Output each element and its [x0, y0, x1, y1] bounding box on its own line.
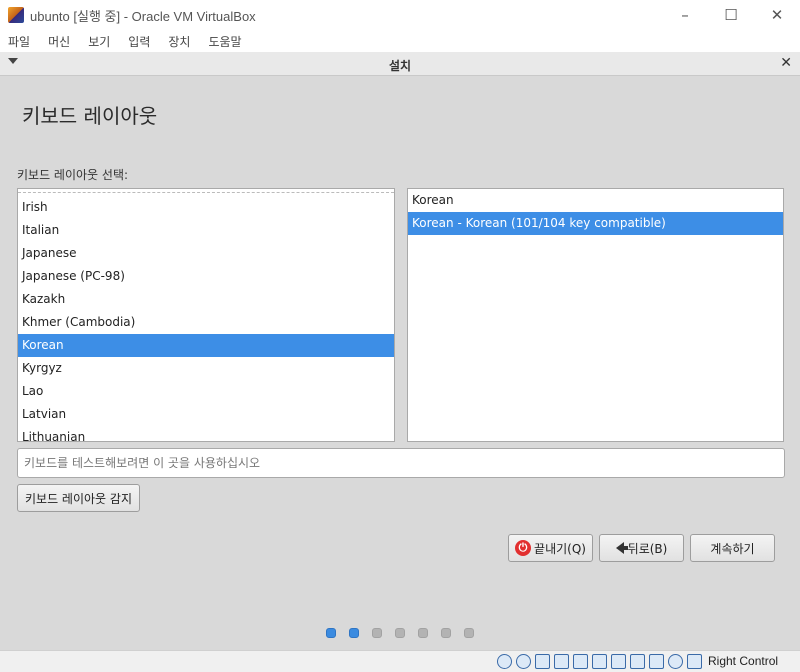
progress-dot [395, 628, 405, 638]
virtualization-icon[interactable] [668, 654, 683, 669]
video-capture-icon[interactable] [630, 654, 645, 669]
usb-icon[interactable] [573, 654, 588, 669]
continue-button[interactable]: 계속하기 [690, 534, 775, 562]
audio-icon[interactable] [535, 654, 550, 669]
layout-item[interactable]: Italian [18, 219, 394, 242]
layout-item-selected[interactable]: Korean [18, 334, 394, 357]
display-icon[interactable] [611, 654, 626, 669]
quit-button[interactable]: ⏻ 끝내기(Q) [508, 534, 593, 562]
progress-dot [349, 628, 359, 638]
progress-dot [418, 628, 428, 638]
progress-dot [372, 628, 382, 638]
recording-icon[interactable] [649, 654, 664, 669]
back-label: 뒤로(B) [627, 541, 668, 556]
window-titlebar: ubunto [실행 중] - Oracle VM VirtualBox – ☐… [0, 0, 800, 30]
back-arrow-icon [615, 542, 628, 554]
page-title: 키보드 레이아웃 [22, 104, 158, 128]
close-window-button[interactable]: ✕ [754, 0, 800, 30]
layout-item[interactable]: Japanese (PC-98) [18, 265, 394, 288]
virtualbox-app-icon [8, 7, 24, 23]
power-icon: ⏻ [515, 540, 532, 556]
guest-screen: 설치 ✕ 키보드 레이아웃 키보드 레이아웃 선택: Irish Italian… [0, 52, 800, 650]
host-statusbar: Right Control [0, 650, 800, 672]
maximize-button[interactable]: ☐ [708, 0, 754, 30]
menu-input[interactable]: 입력 [128, 33, 150, 50]
layout-item[interactable]: Japanese [18, 242, 394, 265]
optical-drive-icon[interactable] [516, 654, 531, 669]
detect-layout-button[interactable]: 키보드 레이아웃 감지 [17, 484, 140, 512]
window-title: ubunto [실행 중] - Oracle VM VirtualBox [30, 8, 256, 24]
detect-layout-label: 키보드 레이아웃 감지 [25, 491, 132, 506]
installer-close-icon[interactable]: ✕ [780, 55, 792, 71]
menu-view[interactable]: 보기 [88, 33, 110, 50]
menu-file[interactable]: 파일 [8, 33, 30, 50]
status-icons [497, 654, 706, 669]
progress-dot [441, 628, 451, 638]
menu-devices[interactable]: 장치 [168, 33, 190, 50]
shared-folders-icon[interactable] [592, 654, 607, 669]
minimize-button[interactable]: – [662, 0, 708, 30]
keyboard-test-input[interactable]: 키보드를 테스트해보려면 이 곳을 사용하십시오 [17, 448, 785, 478]
progress-dots [326, 628, 487, 638]
layout-select-label: 키보드 레이아웃 선택: [17, 168, 129, 182]
mouse-integration-icon[interactable] [687, 654, 702, 669]
variant-list[interactable]: Korean Korean - Korean (101/104 key comp… [407, 188, 784, 442]
hard-disk-icon[interactable] [497, 654, 512, 669]
layout-list[interactable]: Irish Italian Japanese Japanese (PC-98) … [17, 188, 395, 442]
layout-item[interactable]: Lao [18, 380, 394, 403]
continue-label: 계속하기 [710, 541, 755, 556]
progress-dot [464, 628, 474, 638]
host-key-label: Right Control [708, 654, 779, 668]
list-scroll-edge [18, 189, 394, 193]
host-menubar: 파일 머신 보기 입력 장치 도움말 [0, 30, 800, 52]
variant-item-selected[interactable]: Korean - Korean (101/104 key compatible) [408, 212, 783, 235]
layout-item[interactable]: Khmer (Cambodia) [18, 311, 394, 334]
layout-item[interactable]: Kyrgyz [18, 357, 394, 380]
installer-title: 설치 [388, 59, 412, 73]
menu-machine[interactable]: 머신 [48, 33, 70, 50]
progress-dot [326, 628, 336, 638]
installer-header: 설치 ✕ [0, 52, 800, 76]
layout-item[interactable]: Latvian [18, 403, 394, 426]
layout-item[interactable]: Irish [18, 196, 394, 219]
network-icon[interactable] [554, 654, 569, 669]
layout-item[interactable]: Kazakh [18, 288, 394, 311]
variant-item[interactable]: Korean [408, 189, 783, 212]
layout-item[interactable]: Lithuanian [18, 426, 394, 441]
quit-label: 끝내기(Q) [534, 541, 586, 556]
back-button[interactable]: 뒤로(B) [599, 534, 684, 562]
menu-help[interactable]: 도움말 [208, 33, 241, 50]
